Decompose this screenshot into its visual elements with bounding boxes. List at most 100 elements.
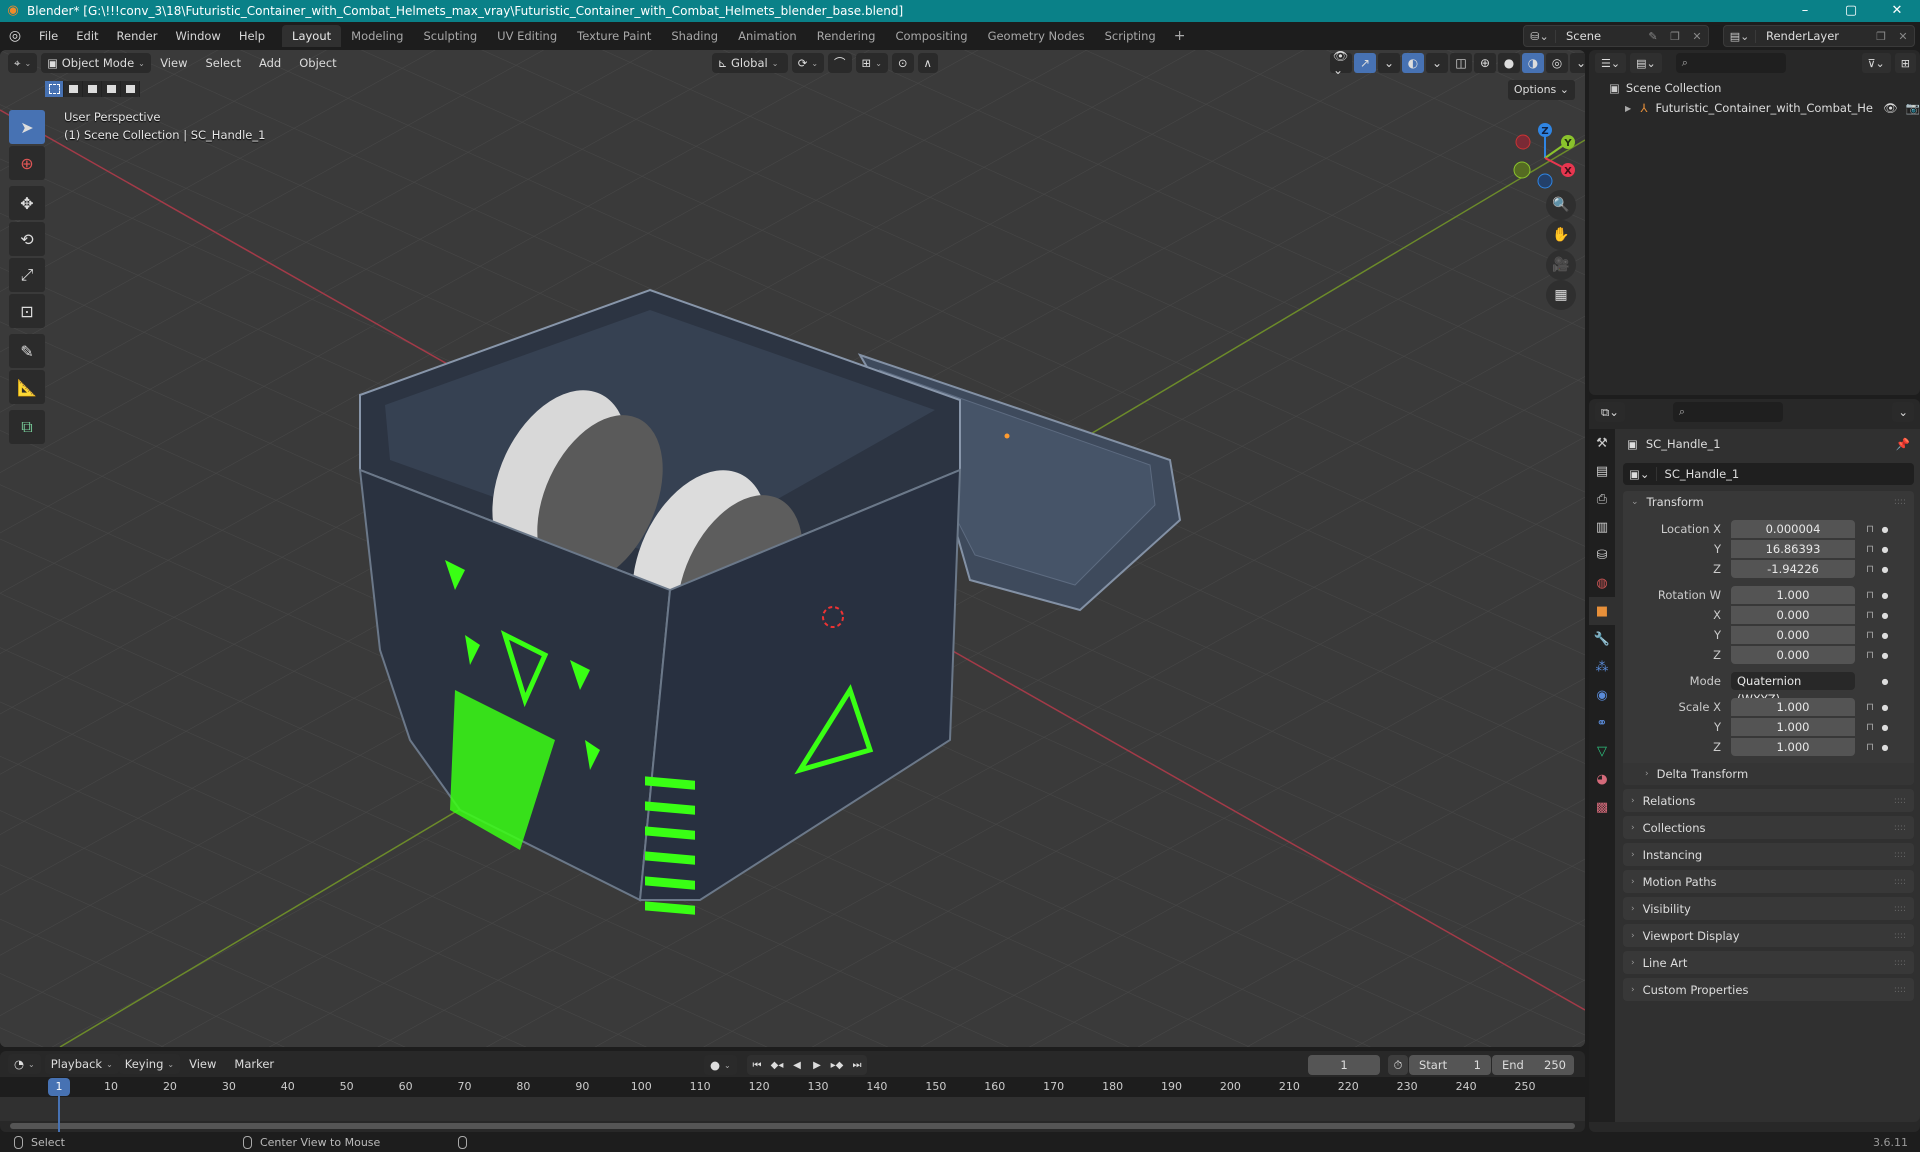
visibility-eye-icon[interactable]: 👁 (1883, 101, 1898, 115)
timeline-keyframe-area[interactable] (0, 1097, 1585, 1121)
world-tab[interactable]: ◍ (1589, 569, 1615, 597)
panel-collections[interactable]: › Collections:::: (1623, 816, 1914, 839)
delete-view-layer-icon[interactable]: ✕ (1892, 30, 1914, 43)
new-scene-icon[interactable]: ❐ (1664, 30, 1686, 43)
keyframe-dot-icon[interactable]: ● (1881, 611, 1889, 620)
lock-icon[interactable]: ⊓ (1859, 722, 1881, 733)
timeline-ruler[interactable]: 10 20 30 40 50 60 70 80 90 100 110 120 130 140 150 160 1… (0, 1077, 1585, 1097)
panel-visibility[interactable]: › Visibility:::: (1623, 897, 1914, 920)
drag-handle-icon[interactable]: :::: (1894, 931, 1906, 941)
menu-view[interactable]: View (151, 56, 196, 70)
output-tab[interactable]: ⎙ (1589, 485, 1615, 513)
blender-menu-icon[interactable]: ◎ (0, 28, 30, 44)
properties-editor-type[interactable]: ⧉⌄ (1595, 402, 1625, 422)
minimize-button[interactable]: – (1782, 0, 1828, 22)
stopwatch-icon[interactable]: ⏱ (1388, 1055, 1408, 1075)
end-frame-field[interactable]: End 250 (1492, 1055, 1574, 1075)
shading-dropdown[interactable]: ⌄ (1570, 53, 1585, 73)
pin-icon[interactable]: ✎ (1642, 30, 1664, 43)
menu-edit[interactable]: Edit (67, 29, 107, 43)
keyframe-dot-icon[interactable]: ● (1881, 565, 1889, 574)
lock-icon[interactable]: ⊓ (1859, 742, 1881, 753)
transform-panel-header[interactable]: ⌄ Transform:::: (1623, 491, 1914, 513)
snap-target-dropdown[interactable]: ⊞ ⌄ (855, 53, 888, 73)
drag-handle-icon[interactable]: :::: (1894, 958, 1906, 968)
menu-add[interactable]: Add (250, 56, 290, 70)
keyframe-dot-icon[interactable]: ● (1881, 703, 1889, 712)
camera-view-button[interactable]: 🎥 (1546, 250, 1576, 280)
ortho-toggle-button[interactable]: ▦ (1546, 280, 1576, 310)
select-box-tool[interactable]: ➤ (9, 110, 45, 144)
panel-line-art[interactable]: › Line Art:::: (1623, 951, 1914, 974)
keyframe-dot-icon[interactable]: ● (1881, 525, 1889, 534)
lock-icon[interactable]: ⊓ (1859, 564, 1881, 575)
tab-texture-paint[interactable]: Texture Paint (567, 25, 661, 47)
tab-rendering[interactable]: Rendering (807, 25, 886, 47)
overlay-toggle[interactable]: ◐ (1402, 53, 1424, 73)
rotation-x-field[interactable]: 0.000 (1731, 606, 1855, 624)
modifier-tab[interactable]: 🔧 (1589, 625, 1615, 653)
scene-name[interactable]: Scene (1556, 29, 1642, 43)
navigation-gizmo[interactable]: Z Y X (1500, 115, 1585, 195)
delta-transform-subpanel[interactable]: › Delta Transform (1623, 763, 1914, 785)
rotate-tool[interactable]: ⟲ (9, 222, 45, 256)
panel-viewport-display[interactable]: › Viewport Display:::: (1623, 924, 1914, 947)
overlay-dropdown[interactable]: ⌄ (1426, 53, 1448, 73)
select-intersect-icon[interactable] (121, 81, 140, 97)
drag-handle-icon[interactable]: :::: (1894, 877, 1906, 887)
jump-end-button[interactable]: ⏭ (847, 1060, 867, 1071)
rotation-z-field[interactable]: 0.000 (1731, 646, 1855, 664)
transform-orientation-dropdown[interactable]: ⊾ Global ⌄ (711, 53, 788, 73)
tool-tab[interactable]: ⚒ (1589, 429, 1615, 457)
current-frame-field[interactable]: 1 (1308, 1055, 1380, 1075)
view-layer-selector[interactable]: ▤⌄ RenderLayer ❐ ✕ (1723, 25, 1915, 47)
properties-search-input[interactable]: ⌕ (1672, 402, 1783, 422)
lock-icon[interactable]: ⊓ (1859, 590, 1881, 601)
snap-toggle[interactable]: ⌒ (828, 53, 852, 73)
3d-viewport[interactable]: ⌖ ⌄ ▣ Object Mode ⌄ View Select Add Object… (0, 50, 1585, 1047)
start-frame-field[interactable]: Start 1 (1409, 1055, 1491, 1075)
tab-scripting[interactable]: Scripting (1095, 25, 1166, 47)
menu-select[interactable]: Select (196, 56, 249, 70)
tab-compositing[interactable]: Compositing (885, 25, 977, 47)
timeline-editor-type[interactable]: ◔ ⌄ (8, 1054, 41, 1074)
wireframe-shading-button[interactable]: ⊕ (1474, 53, 1496, 73)
rendered-shading-button[interactable]: ◎ (1546, 53, 1568, 73)
material-tab[interactable]: ◕ (1589, 765, 1615, 793)
options-dropdown[interactable]: Options ⌄ (1507, 80, 1575, 100)
filter-view-layer-dropdown[interactable]: ▤⌄ (1630, 53, 1662, 73)
render-tab[interactable]: ▤ (1589, 457, 1615, 485)
lock-icon[interactable]: ⊓ (1859, 650, 1881, 661)
drag-handle-icon[interactable]: :::: (1894, 985, 1906, 995)
lock-icon[interactable]: ⊓ (1859, 610, 1881, 621)
view-layer-name[interactable]: RenderLayer (1756, 29, 1870, 43)
proportional-edit-toggle[interactable]: ⊙ (891, 53, 914, 73)
expand-arrow-icon[interactable]: ▶ (1625, 104, 1634, 113)
add-workspace-button[interactable]: + (1166, 25, 1194, 47)
auto-keying-toggle[interactable]: ● ⌄ (704, 1055, 737, 1075)
playhead-frame-indicator[interactable]: 1 (48, 1078, 70, 1096)
transform-tool[interactable]: ⊡ (9, 294, 45, 328)
panel-instancing[interactable]: › Instancing:::: (1623, 843, 1914, 866)
constraints-tab[interactable]: ⚭ (1589, 709, 1615, 737)
material-shading-button[interactable]: ◑ (1522, 53, 1544, 73)
cursor-tool[interactable]: ⊕ (9, 146, 45, 180)
menu-file[interactable]: File (30, 29, 67, 43)
gizmo-toggle[interactable]: ↗ (1354, 53, 1376, 73)
rotation-mode-dropdown[interactable]: Quaternion (WXYZ)⌄ (1731, 672, 1855, 706)
properties-options-dropdown[interactable]: ⌄ (1892, 402, 1914, 422)
location-z-field[interactable]: -1.94226 (1731, 560, 1855, 578)
object-tab[interactable]: ■ (1589, 597, 1615, 625)
keyframe-dot-icon[interactable]: ● (1881, 591, 1889, 600)
new-collection-button[interactable]: ⊞ (1894, 53, 1916, 73)
lock-icon[interactable]: ⊓ (1859, 702, 1881, 713)
scale-z-field[interactable]: 1.000 (1731, 738, 1855, 756)
move-tool[interactable]: ✥ (9, 186, 45, 220)
timeline-view-menu[interactable]: View (180, 1057, 225, 1071)
panel-custom-properties[interactable]: › Custom Properties:::: (1623, 978, 1914, 1001)
jump-start-button[interactable]: ⏮ (747, 1060, 767, 1071)
pan-view-button[interactable]: ✋ (1546, 220, 1576, 250)
visibility-dropdown[interactable]: 👁⌄ (1330, 50, 1352, 77)
close-button[interactable]: ✕ (1874, 0, 1920, 22)
object-name-field[interactable]: ▣⌄ SC_Handle_1 (1623, 463, 1914, 485)
